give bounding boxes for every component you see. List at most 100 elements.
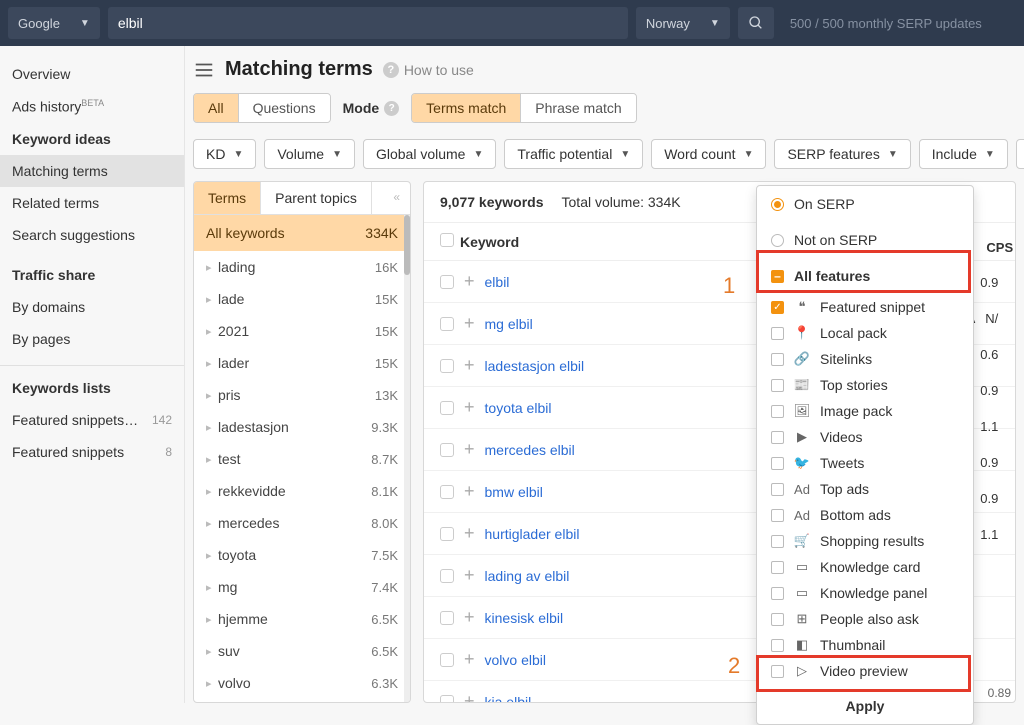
collapse-icon[interactable]: « [383,182,410,214]
all-keywords-row[interactable]: All keywords 334K [194,215,410,251]
add-icon[interactable]: + [464,313,475,334]
col-keyword[interactable]: Keyword [460,234,519,250]
filter-serp-features[interactable]: SERP features▼ [774,139,910,169]
term-row[interactable]: ▸test8.7K [194,443,410,475]
feature-knowledge-panel[interactable]: ▭Knowledge panel [757,580,973,606]
term-row[interactable]: ▸volvo6.3K [194,667,410,699]
radio-not-on-serp[interactable]: Not on SERP [757,222,973,258]
term-row[interactable]: ▸toyota7.5K [194,539,410,571]
feature-videos[interactable]: ▶Videos [757,424,973,450]
add-icon[interactable]: + [464,397,475,418]
keyword-link[interactable]: mg elbil [485,316,533,332]
feature-image-pack[interactable]: 🖼Image pack [757,398,973,424]
feature-local-pack[interactable]: 📍Local pack [757,320,973,346]
feature-knowledge-card[interactable]: ▭Knowledge card [757,554,973,580]
tab-phrase-match[interactable]: Phrase match [521,94,635,122]
keyword-link[interactable]: toyota elbil [485,400,552,416]
term-row[interactable]: ▸bmw6.2K [194,699,410,702]
search-button[interactable] [738,7,774,39]
term-row[interactable]: ▸mg7.4K [194,571,410,603]
sidebar-by-domains[interactable]: By domains [0,291,184,323]
sidebar-by-pages[interactable]: By pages [0,323,184,355]
filter-include[interactable]: Include▼ [919,139,1008,169]
filter-volume[interactable]: Volume▼ [264,139,355,169]
all-features-row[interactable]: – All features [757,258,973,294]
tab-parent-topics[interactable]: Parent topics [261,182,372,214]
keyword-link[interactable]: bmw elbil [485,484,543,500]
feature-shopping-results[interactable]: 🛒Shopping results [757,528,973,554]
add-icon[interactable]: + [464,271,475,292]
sidebar-related-terms[interactable]: Related terms [0,187,184,219]
term-row[interactable]: ▸suv6.5K [194,635,410,667]
term-row[interactable]: ▸lading16K [194,251,410,283]
add-icon[interactable]: + [464,523,475,544]
filter-global-volume[interactable]: Global volume▼ [363,139,496,169]
scrollbar-thumb[interactable] [404,215,410,275]
term-row[interactable]: ▸pris13K [194,379,410,411]
feature-bottom-ads[interactable]: AdBottom ads [757,502,973,528]
term-row[interactable]: ▸hjemme6.5K [194,603,410,635]
add-icon[interactable]: + [464,691,475,703]
feature-tweets[interactable]: 🐦Tweets [757,450,973,476]
sidebar-search-suggestions[interactable]: Search suggestions [0,219,184,251]
radio-on-serp[interactable]: On SERP [757,186,973,222]
search-engine-select[interactable]: Google ▼ [8,7,100,39]
apply-button[interactable]: Apply [757,688,973,724]
add-icon[interactable]: + [464,481,475,502]
feature-top-ads[interactable]: AdTop ads [757,476,973,502]
keyword-link[interactable]: kia elbil [485,694,532,704]
sidebar-list-item[interactable]: Featured snippets… 142 [0,404,184,436]
row-checkbox[interactable] [440,485,454,499]
row-checkbox[interactable] [440,275,454,289]
add-icon[interactable]: + [464,649,475,670]
row-checkbox[interactable] [440,401,454,415]
keyword-link[interactable]: ladestasjon elbil [485,358,585,374]
keyword-link[interactable]: elbil [485,274,510,290]
row-checkbox[interactable] [440,527,454,541]
keyword-link[interactable]: kinesisk elbil [485,610,564,626]
term-row[interactable]: ▸lader15K [194,347,410,379]
row-checkbox[interactable] [440,695,454,704]
add-icon[interactable]: + [464,439,475,460]
row-checkbox[interactable] [440,443,454,457]
feature-featured-snippet[interactable]: ✓❝Featured snippet [757,294,973,320]
add-icon[interactable]: + [464,355,475,376]
term-row[interactable]: ▸mercedes8.0K [194,507,410,539]
filter-kd[interactable]: KD▼ [193,139,256,169]
add-icon[interactable]: + [464,607,475,628]
sidebar-ads-history[interactable]: Ads historyBETA [0,90,184,123]
term-row[interactable]: ▸202115K [194,315,410,347]
term-row[interactable]: ▸ladestasjon9.3K [194,411,410,443]
keyword-link[interactable]: lading av elbil [485,568,570,584]
term-row[interactable]: ▸rekkevidde8.1K [194,475,410,507]
menu-icon[interactable] [193,59,215,81]
feature-video-preview[interactable]: ▷Video preview [757,658,973,684]
feature-top-stories[interactable]: 📰Top stories [757,372,973,398]
sidebar-matching-terms[interactable]: Matching terms [0,155,184,187]
sidebar-overview[interactable]: Overview [0,58,184,90]
row-checkbox[interactable] [440,653,454,667]
row-checkbox[interactable] [440,611,454,625]
how-to-use-link[interactable]: ? How to use [383,62,474,78]
row-checkbox[interactable] [440,359,454,373]
keyword-link[interactable]: hurtiglader elbil [485,526,580,542]
filter-exclu[interactable]: Exclu [1016,139,1024,169]
row-checkbox[interactable] [440,317,454,331]
add-icon[interactable]: + [464,565,475,586]
query-input[interactable] [108,7,628,39]
tab-terms-match[interactable]: Terms match [412,94,521,122]
select-all-checkbox[interactable] [440,233,460,250]
country-select[interactable]: Norway ▼ [636,7,730,39]
term-row[interactable]: ▸lade15K [194,283,410,315]
filter-word-count[interactable]: Word count▼ [651,139,766,169]
row-checkbox[interactable] [440,569,454,583]
feature-thumbnail[interactable]: ◧Thumbnail [757,632,973,658]
feature-sitelinks[interactable]: 🔗Sitelinks [757,346,973,372]
feature-people-also-ask[interactable]: ⊞People also ask [757,606,973,632]
scrollbar[interactable] [404,215,410,702]
keyword-link[interactable]: volvo elbil [485,652,546,668]
tab-terms[interactable]: Terms [194,182,261,214]
keyword-link[interactable]: mercedes elbil [485,442,575,458]
filter-traffic-potential[interactable]: Traffic potential▼ [504,139,643,169]
sidebar-list-item[interactable]: Featured snippets 8 [0,436,184,468]
